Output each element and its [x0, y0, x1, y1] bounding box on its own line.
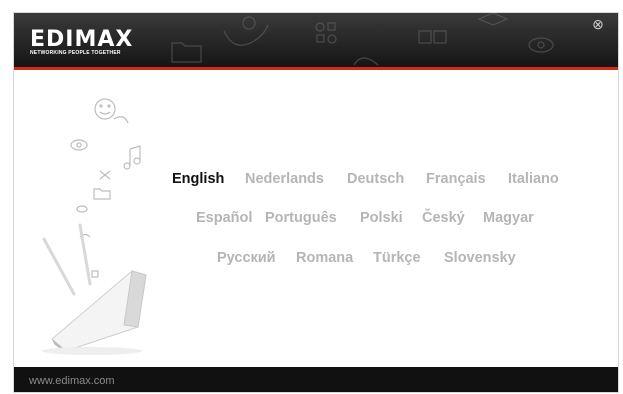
- header-accent-line: [14, 67, 618, 70]
- gamepad-icon: [353, 57, 379, 66]
- shapes-icon: [315, 22, 337, 44]
- launcher-window: EDIMAX NETWORKING PEOPLE TOGETHER ⊗ Engl…: [13, 12, 619, 393]
- illustration: [42, 98, 147, 355]
- language-romana[interactable]: Romana: [296, 250, 353, 266]
- language-english[interactable]: English: [172, 171, 224, 187]
- language-deutsch[interactable]: Deutsch: [347, 171, 404, 187]
- puzzle-icon: [418, 30, 447, 44]
- language-turkce[interactable]: Türkçe: [373, 250, 421, 266]
- scissors-icon: [99, 170, 111, 180]
- smiley-icon: [94, 98, 129, 124]
- folder-icon: [93, 188, 111, 200]
- language-polski[interactable]: Polski: [360, 210, 403, 226]
- language-francais[interactable]: Français: [426, 171, 486, 187]
- eye-icon: [528, 37, 554, 53]
- language-espanol[interactable]: Español: [196, 210, 252, 226]
- language-russian[interactable]: Русский: [217, 250, 276, 266]
- close-button[interactable]: ⊗: [590, 16, 606, 32]
- eye-icon: [70, 139, 88, 151]
- hand-icon: [223, 16, 269, 46]
- language-cesky[interactable]: Český: [422, 210, 465, 226]
- language-slovensky[interactable]: Slovensky: [444, 250, 516, 266]
- wireless-router-icon: [42, 223, 147, 355]
- logo-wordmark: EDIMAX: [30, 27, 134, 52]
- email-icon: [76, 205, 88, 213]
- close-icon: ⊗: [592, 16, 604, 32]
- puzzle-icon: [91, 270, 99, 278]
- music-note-icon: [123, 145, 141, 170]
- footer-bar: www.edimax.com: [14, 367, 618, 392]
- language-portugues[interactable]: Português: [265, 210, 337, 226]
- language-nederlands[interactable]: Nederlands: [245, 171, 324, 187]
- website-link[interactable]: www.edimax.com: [29, 375, 115, 387]
- logo-tagline: NETWORKING PEOPLE TOGETHER: [30, 50, 121, 56]
- edimax-logo: EDIMAX NETWORKING PEOPLE TOGETHER: [30, 29, 160, 59]
- keyboard-icon: [477, 13, 509, 26]
- language-italiano[interactable]: Italiano: [508, 171, 559, 187]
- folder-icon: [171, 42, 202, 63]
- header-bar: EDIMAX NETWORKING PEOPLE TOGETHER ⊗: [14, 13, 618, 67]
- language-magyar[interactable]: Magyar: [483, 210, 534, 226]
